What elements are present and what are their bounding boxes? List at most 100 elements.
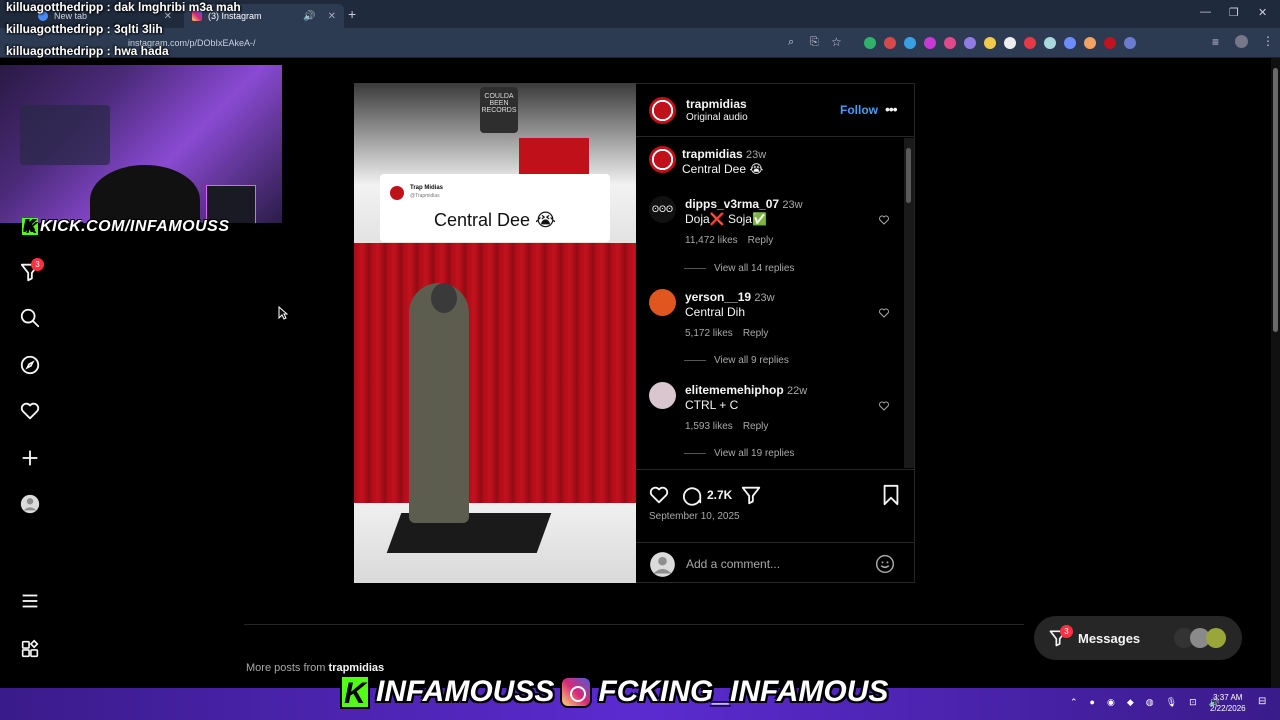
comment-avatar[interactable]	[649, 289, 676, 316]
notifications-tray-icon[interactable]: ⊟	[1258, 696, 1266, 707]
extensions-toolbar	[864, 37, 1136, 49]
extension-icon[interactable]	[984, 37, 996, 49]
extension-icon[interactable]	[1044, 37, 1056, 49]
section-divider	[244, 624, 1024, 625]
minimize-button[interactable]: —	[1200, 6, 1211, 18]
author-avatar[interactable]	[649, 97, 676, 124]
comment-username[interactable]: dipps_v3rma_07 23w	[685, 197, 803, 211]
heart-icon[interactable]	[19, 400, 41, 422]
tweet-handle: @Trapmidias	[410, 193, 440, 199]
extension-icon[interactable]	[1064, 37, 1076, 49]
url-field[interactable]: instagram.com/p/DObIxEAkeA-/	[120, 35, 810, 52]
microphone-icon[interactable]: 🎙	[1166, 697, 1177, 708]
save-bookmark-icon[interactable]	[881, 484, 901, 506]
caption-avatar[interactable]	[649, 146, 676, 173]
extension-icon[interactable]	[1004, 37, 1016, 49]
record-label-sign: COULDA BEEN RECORDS	[480, 87, 518, 133]
close-tab-icon[interactable]: ✕	[328, 11, 336, 22]
view-replies-button[interactable]: View all 14 replies	[714, 263, 794, 274]
profile-avatar[interactable]	[1235, 35, 1248, 48]
extension-icon[interactable]	[964, 37, 976, 49]
add-comment-input[interactable]: Add a comment...	[686, 557, 780, 571]
tray-app-icon[interactable]: ◆	[1127, 697, 1134, 708]
comment-user-text: elitememehiphop	[685, 383, 784, 397]
clock-date: 2/22/2026	[1210, 704, 1246, 713]
maximize-button[interactable]: ❐	[1229, 6, 1239, 19]
comments-scrollbar[interactable]	[904, 138, 914, 468]
extension-icon[interactable]	[1104, 37, 1116, 49]
view-replies-button[interactable]: View all 9 replies	[714, 355, 789, 366]
chat-message: killuagotthedripp : hwa hada	[6, 44, 169, 58]
extension-icon[interactable]	[944, 37, 956, 49]
caption-text: Central Dee 😭	[682, 162, 764, 176]
extension-icon[interactable]	[904, 37, 916, 49]
reply-button[interactable]: Reply	[743, 328, 769, 339]
tray-expand-icon[interactable]: ⌃	[1070, 697, 1078, 708]
like-heart-icon[interactable]	[648, 484, 670, 506]
more-options-icon[interactable]: •••	[885, 101, 898, 117]
messages-button[interactable]: 3 Messages	[1034, 616, 1242, 660]
like-comment-heart-icon[interactable]	[878, 307, 890, 319]
menu-hamburger-icon[interactable]	[19, 590, 41, 612]
taskbar-clock[interactable]: 3:37 AM 2/22/2026	[1210, 692, 1246, 714]
sidebar-icon[interactable]: ≡	[1212, 35, 1219, 49]
close-window-button[interactable]: ✕	[1258, 6, 1267, 19]
emoji-icon[interactable]	[875, 554, 895, 574]
author-username[interactable]: trapmidias	[686, 97, 747, 111]
post-date: September 10, 2025	[649, 511, 740, 522]
post-media[interactable]: COULDA BEEN RECORDS Trap Midias @Trapmid…	[354, 83, 636, 583]
comment-text: Doja❌ Soja✅	[685, 212, 767, 226]
share-icon[interactable]	[740, 484, 762, 506]
comment-username[interactable]: elitememehiphop 22w	[685, 383, 807, 397]
reply-button[interactable]: Reply	[748, 235, 774, 246]
extension-icon[interactable]	[1024, 37, 1036, 49]
follow-button[interactable]: Follow	[840, 103, 878, 117]
profile-avatar-icon[interactable]	[19, 493, 41, 515]
comment-meta: 5,172 likes Reply	[685, 328, 778, 339]
extension-icon[interactable]	[884, 37, 896, 49]
post-header: trapmidias Original audio Follow •••	[636, 84, 915, 137]
install-app-icon[interactable]: ⎘	[810, 36, 819, 49]
comment-likes[interactable]: 11,472 likes	[685, 235, 738, 246]
search-icon[interactable]	[19, 307, 41, 329]
caption-username[interactable]: trapmidias 23w	[682, 147, 766, 161]
page-scrollbar[interactable]	[1271, 58, 1280, 688]
mute-tab-icon[interactable]: 🔊	[303, 11, 315, 22]
comment-avatar[interactable]: ʘʘʘ	[649, 196, 676, 223]
kick-logo-icon: K	[340, 675, 370, 710]
create-plus-icon[interactable]	[19, 447, 41, 469]
also-from-meta-icon[interactable]	[19, 638, 41, 660]
browser-menu-icon[interactable]: ⋮	[1262, 34, 1274, 48]
chat-message: killuagotthedripp : dak lmghribi m3a mah	[6, 0, 241, 14]
extension-icon[interactable]	[1084, 37, 1096, 49]
reply-button[interactable]: Reply	[743, 421, 769, 432]
comment-likes[interactable]: 5,172 likes	[685, 328, 733, 339]
tray-app-icon[interactable]: ◍	[1146, 697, 1154, 708]
comment-username[interactable]: yerson__19 23w	[685, 290, 775, 304]
tweet-text: Central Dee 😭	[433, 210, 557, 230]
bookmark-star-icon[interactable]: ☆	[831, 35, 842, 49]
explore-compass-icon[interactable]	[19, 354, 41, 376]
comment-likes[interactable]: 1,593 likes	[685, 421, 733, 432]
comment-time: 23w	[754, 292, 775, 304]
network-icon[interactable]: ⊡	[1189, 697, 1197, 708]
kick-channel-label: K KICK.COM/INFAMOUSS	[22, 218, 230, 235]
discord-icon[interactable]: ◉	[1107, 697, 1115, 708]
puzzle-extensions-icon[interactable]	[1124, 37, 1136, 49]
view-replies-button[interactable]: View all 19 replies	[714, 448, 794, 459]
tray-app-icon[interactable]: ●	[1090, 697, 1095, 708]
zoom-icon[interactable]: ⌕	[788, 36, 794, 49]
post-actions: 2.7K September 10, 2025	[636, 469, 915, 529]
caption-time: 23w	[746, 149, 767, 161]
audio-label[interactable]: Original audio	[686, 112, 748, 123]
comment-avatar[interactable]	[649, 382, 676, 409]
new-tab-button[interactable]: +	[348, 6, 356, 22]
like-comment-heart-icon[interactable]	[878, 400, 890, 412]
messages-badge: 3	[1060, 625, 1073, 638]
like-comment-heart-icon[interactable]	[878, 214, 890, 226]
comment-bubble-icon[interactable]	[681, 484, 703, 506]
system-tray: ⌃ ● ◉ ◆ ◍ 🎙 ⊡ 🔊	[1070, 697, 1220, 708]
extension-icon[interactable]	[924, 37, 936, 49]
extension-icon[interactable]	[864, 37, 876, 49]
tweet-avatar	[390, 186, 404, 200]
